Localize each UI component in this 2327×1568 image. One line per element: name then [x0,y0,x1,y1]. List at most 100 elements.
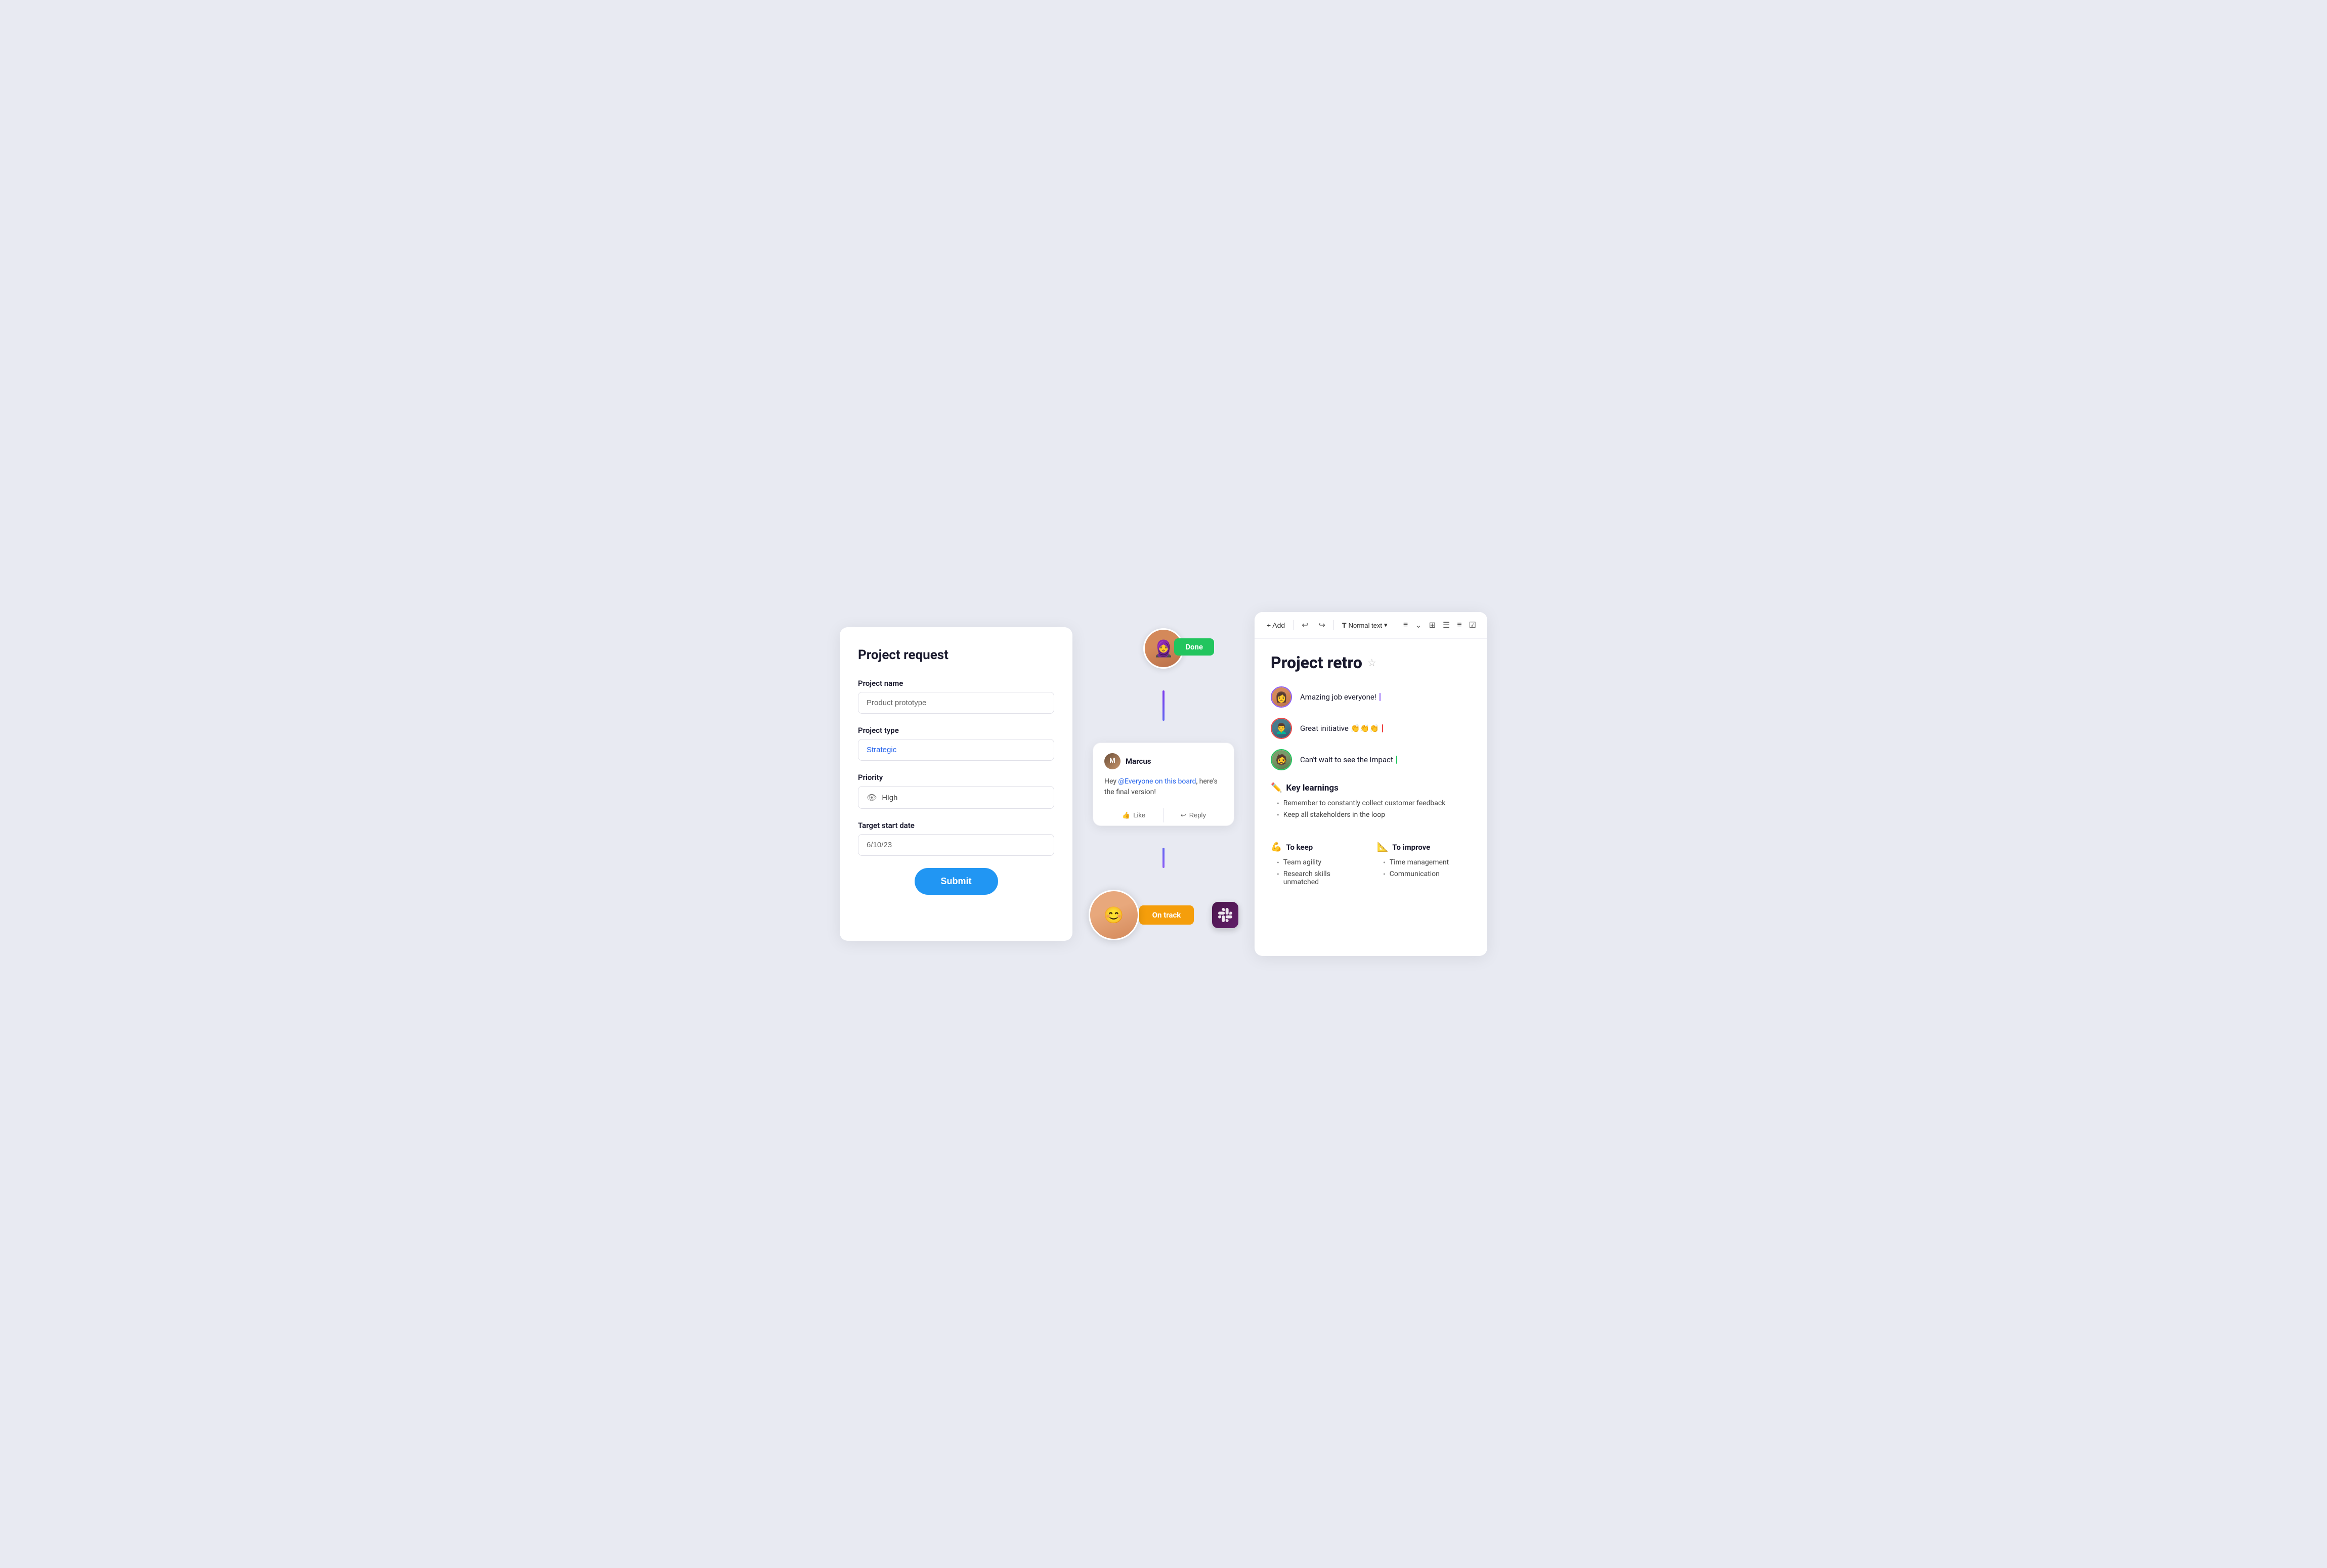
to-keep-list: Team agility Research skills unmatched [1271,858,1365,886]
improve-1-text: Time management [1390,858,1449,866]
project-name-input[interactable] [858,692,1054,714]
reply-button[interactable]: ↩ Reply [1164,805,1223,825]
key-learnings-list: Remember to constantly collect customer … [1271,799,1471,819]
priority-label: Priority [858,773,1054,782]
chevron-icon[interactable]: ⌄ [1413,618,1424,632]
comment-text-2-content: Great initiative 👏👏👏 [1300,724,1379,733]
reply-icon: ↩ [1181,811,1186,819]
commenter-avatar-3: 🧔 [1271,749,1292,770]
eye-icon: 👁 [867,793,877,802]
avatar-male-person: 😊 [1090,891,1138,939]
improve-item-1: Time management [1383,858,1471,867]
reply-label: Reply [1189,811,1206,819]
chat-card: M Marcus Hey @Everyone on this board, he… [1093,743,1234,826]
target-date-field: Target start date [858,821,1054,856]
project-type-label: Project type [858,726,1054,735]
chat-author-avatar: M [1104,753,1121,769]
priority-field: Priority 👁 High [858,773,1054,809]
slack-icon[interactable] [1212,902,1238,928]
connector-line-top [1162,690,1165,721]
learning-1-text: Remember to constantly collect customer … [1283,799,1446,807]
commenter-avatar-2: 👨‍🦱 [1271,718,1292,739]
improve-2-text: Communication [1390,870,1440,878]
to-improve-title: To improve [1392,843,1430,852]
to-keep-emoji: 💪 [1271,842,1282,852]
project-type-field: Project type [858,726,1054,761]
keep-item-2: Research skills unmatched [1277,870,1365,886]
text-style-label: Normal text [1349,622,1382,629]
target-date-label: Target start date [858,821,1054,830]
project-name-field: Project name [858,679,1054,714]
cursor-3 [1396,756,1397,764]
priority-input[interactable]: 👁 High [858,786,1054,809]
key-learnings-heading: ✏️ Key learnings [1271,782,1471,793]
to-improve-list: Time management Communication [1377,858,1471,879]
ordered-list-icon[interactable]: ≡ [1455,619,1463,632]
commenter-3-person: 🧔 [1272,750,1291,769]
key-learnings-emoji: ✏️ [1271,782,1282,793]
comment-item-3: 🧔 Can't wait to see the impact [1271,749,1471,770]
text-icon: T [1342,621,1347,629]
like-button[interactable]: 👍 Like [1104,805,1163,825]
project-retro-doc: + Add ↩ ↪ T Normal text ▾ ≡ ⌄ ⊞ ☰ ≡ ☑ Pr… [1255,612,1487,956]
submit-button[interactable]: Submit [915,868,998,895]
doc-toolbar: + Add ↩ ↪ T Normal text ▾ ≡ ⌄ ⊞ ☰ ≡ ☑ [1255,612,1487,639]
done-badge: Done [1174,638,1214,656]
list-icon[interactable]: ☰ [1441,618,1452,632]
redo-button[interactable]: ↪ [1316,618,1328,632]
main-canvas: Project request Project name Project typ… [840,567,1487,1001]
cursor-1 [1380,693,1381,701]
comment-text-3-content: Can't wait to see the impact [1300,755,1393,764]
comment-text-1: Amazing job everyone! [1300,692,1471,702]
to-keep-heading: 💪 To keep [1271,842,1365,852]
toolbar-divider-2 [1333,620,1334,630]
comment-item-2: 👨‍🦱 Great initiative 👏👏👏 [1271,718,1471,739]
chevron-down-icon: ▾ [1384,621,1388,629]
like-label: Like [1133,811,1145,819]
workflow-avatar-2: 😊 [1089,890,1139,940]
comment-text-3: Can't wait to see the impact [1300,755,1471,764]
undo-button[interactable]: ↩ [1299,618,1311,632]
improve-item-2: Communication [1383,870,1471,879]
cursor-2 [1382,724,1383,732]
chat-mention[interactable]: @Everyone on this board [1118,777,1196,786]
target-date-input[interactable] [858,834,1054,856]
chat-header: M Marcus [1104,753,1223,769]
to-keep-section: 💪 To keep Team agility Research skills u… [1271,830,1365,889]
chat-actions: 👍 Like ↩ Reply [1104,805,1223,825]
workflow-bottom: 😊 On track [1089,890,1239,940]
project-type-input[interactable] [858,739,1054,761]
commenter-2-person: 👨‍🦱 [1272,719,1291,738]
project-request-form: Project request Project name Project typ… [840,627,1072,941]
comment-text-1-content: Amazing job everyone! [1300,692,1376,702]
learning-2-text: Keep all stakeholders in the loop [1283,811,1385,819]
keep-2-text: Research skills unmatched [1283,870,1365,886]
star-icon[interactable]: ☆ [1367,657,1376,669]
slack-icon-container [1204,902,1238,928]
toolbar-divider-1 [1293,620,1294,630]
learning-item-1: Remember to constantly collect customer … [1277,799,1471,808]
learning-item-2: Keep all stakeholders in the loop [1277,811,1471,819]
commenter-1-person: 👩 [1272,687,1291,707]
priority-value: High [882,793,897,802]
text-style-dropdown[interactable]: T Normal text ▾ [1339,619,1391,631]
project-name-label: Project name [858,679,1054,688]
doc-title-row: Project retro ☆ [1271,653,1471,672]
comment-text-2: Great initiative 👏👏👏 [1300,724,1471,733]
form-title: Project request [858,647,1054,663]
add-button[interactable]: + Add [1264,619,1288,631]
workflow-top-row: 🧕 Done [1143,628,1184,669]
like-icon: 👍 [1122,811,1130,819]
doc-title: Project retro [1271,653,1362,672]
align-icon[interactable]: ≡ [1401,619,1410,632]
checklist-icon[interactable]: ☑ [1467,618,1478,632]
on-track-badge: On track [1139,905,1194,925]
two-col-section: 💪 To keep Team agility Research skills u… [1271,830,1471,889]
to-improve-emoji: 📐 [1377,842,1388,852]
workflow-section: 🧕 Done M Marcus Hey @Everyone on this bo… [1083,607,1244,961]
toolbar-right: ≡ ⌄ ⊞ ☰ ≡ ☑ [1401,618,1478,632]
keep-item-1: Team agility [1277,858,1365,867]
columns-icon[interactable]: ⊞ [1427,618,1438,632]
connector-line-bottom [1162,848,1165,868]
keep-1-text: Team agility [1283,858,1321,866]
